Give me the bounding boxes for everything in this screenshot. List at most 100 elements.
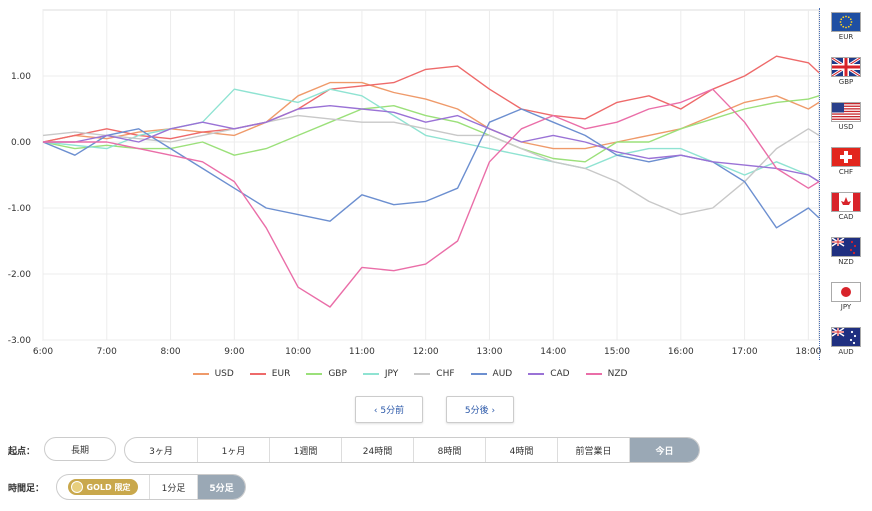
series-line-eur — [42, 55, 820, 143]
x-tick-label: 9:00 — [224, 347, 244, 357]
fx-strength-chart: 6:00 7:00 8:00 9:00 10:00 11:00 12:00 13:00 14:0… — [8, 9, 822, 357]
timeframe-option[interactable]: 5分足 — [197, 475, 245, 499]
legend-swatch — [470, 373, 487, 375]
flag-code-label: AUD — [838, 348, 854, 356]
x-tick-label: 14:00 — [540, 347, 566, 357]
flag-graphic — [839, 15, 853, 29]
flag-graphic — [832, 193, 860, 211]
prev-5min-button[interactable]: ‹ 5分前 — [355, 396, 423, 423]
legend-label: JPY — [384, 369, 399, 379]
australia-flag-icon — [831, 327, 861, 347]
flag-code-label: EUR — [838, 33, 854, 41]
legend-swatch — [306, 373, 323, 375]
legend-item-nzd[interactable]: NZD — [585, 369, 628, 379]
flag-code-label: GBP — [838, 78, 854, 86]
gold-badge: GOLD 限定 — [67, 479, 139, 495]
legend-swatch — [414, 373, 431, 375]
x-tick-label: 16:00 — [668, 347, 694, 357]
eu-flag-icon — [831, 12, 861, 32]
origin-option[interactable]: 4時間 — [485, 438, 557, 462]
flag-graphic — [832, 103, 860, 120]
flag-code-label: CHF — [838, 168, 854, 176]
origin-selector: 3ヶ月 1ヶ月 1週間 24時間 8時間 4時間 前営業日 今日 — [124, 437, 700, 463]
gold-badge-text: GOLD 限定 — [86, 482, 131, 492]
flag-code-label: USD — [838, 123, 854, 131]
flag-item-gbp[interactable]: GBP — [830, 57, 862, 86]
chart-legend: USD EUR GBP JPY CHF AUD CAD NZD — [0, 369, 820, 379]
series-line-jpy — [42, 88, 820, 183]
timeframe-option[interactable]: 1分足 — [149, 475, 197, 499]
x-tick-label: 7:00 — [97, 347, 117, 357]
series-line-gbp — [42, 95, 820, 163]
legend-label: NZD — [607, 369, 628, 379]
flag-item-nzd[interactable]: NZD — [830, 237, 862, 266]
flag-item-usd[interactable]: USD — [830, 102, 862, 131]
japan-flag-icon — [831, 282, 861, 302]
origin-option[interactable]: 8時間 — [413, 438, 485, 462]
timeframe-selector: GOLD 限定 1分足 5分足 — [56, 474, 246, 500]
origin-option[interactable]: 3ヶ月 — [125, 438, 197, 462]
timeframe-label: 時間足： — [8, 484, 45, 494]
legend-label: CAD — [550, 369, 570, 379]
gold-limited-option[interactable]: GOLD 限定 — [57, 475, 149, 499]
x-tick-label: 18:00 — [795, 347, 821, 357]
legend-label: CHF — [436, 369, 455, 379]
origin-option[interactable]: 1週間 — [269, 438, 341, 462]
y-tick-label: -1.00 — [8, 204, 32, 214]
x-tick-label: 12:00 — [413, 347, 439, 357]
origin-long-term[interactable]: 長期 — [44, 437, 116, 461]
x-tick-label: 11:00 — [349, 347, 375, 357]
y-tick-label: -2.00 — [8, 270, 32, 280]
legend-item-cad[interactable]: CAD — [528, 369, 570, 379]
flag-graphic — [832, 238, 857, 255]
next-5min-button[interactable]: 5分後 › — [446, 396, 514, 423]
legend-item-chf[interactable]: CHF — [414, 369, 455, 379]
flag-code-label: NZD — [838, 258, 854, 266]
x-tick-label: 17:00 — [732, 347, 758, 357]
legend-label: AUD — [492, 369, 513, 379]
legend-label: EUR — [271, 369, 291, 379]
uk-flag-icon — [831, 57, 861, 77]
origin-option[interactable]: 1ヶ月 — [197, 438, 269, 462]
origin-label: 起点： — [8, 447, 36, 457]
flag-graphic — [832, 328, 857, 345]
currency-flag-panel: EUR GBP USD CHF CAD NZD JPY AUD — [819, 8, 872, 360]
plot-area — [42, 9, 820, 341]
flag-item-eur[interactable]: EUR — [830, 12, 862, 41]
origin-option[interactable]: 前営業日 — [557, 438, 629, 462]
flag-item-chf[interactable]: CHF — [830, 147, 862, 176]
flag-item-jpy[interactable]: JPY — [830, 282, 862, 311]
legend-item-aud[interactable]: AUD — [470, 369, 513, 379]
flag-graphic — [840, 151, 852, 163]
flag-item-aud[interactable]: AUD — [830, 327, 862, 356]
nz-flag-icon — [831, 237, 861, 257]
y-tick-label: 1.00 — [11, 72, 31, 82]
legend-label: USD — [214, 369, 234, 379]
x-tick-label: 6:00 — [33, 347, 53, 357]
flag-graphic — [841, 287, 851, 297]
x-tick-label: 10:00 — [285, 347, 311, 357]
legend-label: GBP — [328, 369, 347, 379]
legend-swatch — [585, 373, 602, 375]
flag-code-label: JPY — [840, 303, 852, 311]
y-tick-label: 0.00 — [11, 138, 31, 148]
legend-item-eur[interactable]: EUR — [249, 369, 291, 379]
gold-coin-icon — [70, 481, 83, 493]
legend-item-jpy[interactable]: JPY — [362, 369, 399, 379]
flag-item-cad[interactable]: CAD — [830, 192, 862, 221]
origin-option[interactable]: 今日 — [629, 438, 699, 462]
x-tick-label: 13:00 — [476, 347, 502, 357]
legend-item-usd[interactable]: USD — [192, 369, 234, 379]
flag-code-label: CAD — [838, 213, 854, 221]
canada-flag-icon — [831, 192, 861, 212]
legend-swatch — [249, 373, 266, 375]
y-tick-label: -3.00 — [8, 336, 32, 346]
us-flag-icon — [831, 102, 861, 122]
legend-item-gbp[interactable]: GBP — [306, 369, 347, 379]
origin-option[interactable]: 24時間 — [341, 438, 413, 462]
legend-swatch — [362, 373, 379, 375]
x-tick-label: 15:00 — [604, 347, 630, 357]
series-line-usd — [42, 81, 820, 150]
x-tick-label: 8:00 — [160, 347, 180, 357]
flag-graphic — [832, 58, 860, 76]
